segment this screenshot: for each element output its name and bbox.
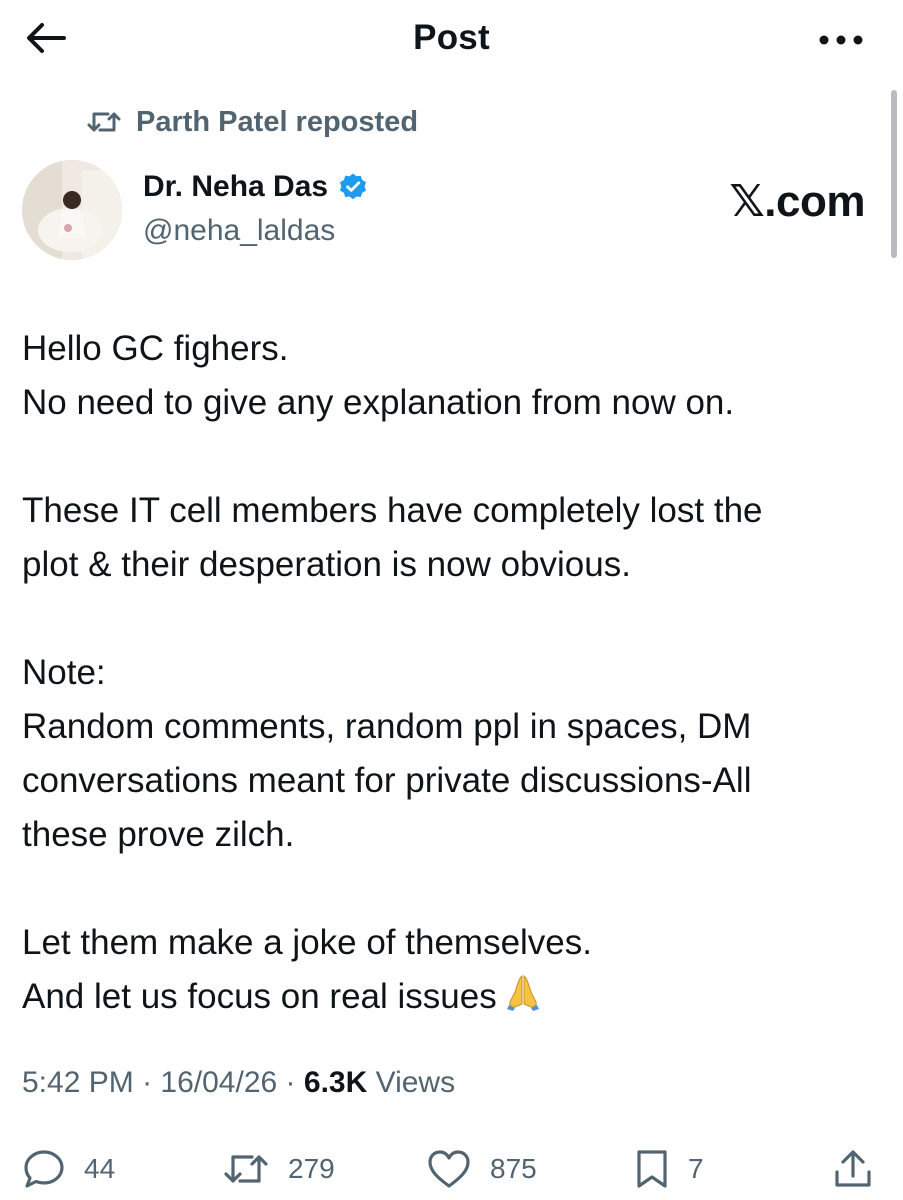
profile-photo [22,160,122,260]
post-line [22,592,872,646]
post-meta: 5:42 PM · 16/04/26 · 6.3K Views [22,1066,455,1100]
author-name: Dr. Neha Das [143,170,329,203]
post-line: plot & their desperation is now obvious. [22,545,631,584]
bookmark-count: 7 [688,1153,704,1184]
more-horizontal-icon [819,35,863,45]
post-line: Note: [22,653,106,692]
repost-label: Parth Patel reposted [136,105,419,138]
heart-icon [428,1150,470,1188]
like-count: 875 [490,1153,537,1184]
reply-button[interactable]: 44 [22,1146,115,1192]
post-line: Random comments, random ppl in spaces, D… [22,707,752,746]
post-text: Hello GC fighers. No need to give any ex… [22,322,872,1028]
post-line: Let them make a joke of themselves. [22,923,592,962]
post-line: conversations meant for private discussi… [22,761,752,800]
action-bar: 44 279 875 7 [0,1140,903,1198]
avatar[interactable] [22,160,122,260]
repost-icon [86,107,124,137]
x-com-watermark: 𝕏.com [729,177,865,226]
repost-icon [224,1155,268,1183]
meta-separator: · [142,1066,153,1099]
author-name-row[interactable]: Dr. Neha Das [143,170,368,204]
top-bar: Post [0,0,903,80]
views-count[interactable]: 6.3K [304,1066,367,1099]
share-button[interactable] [832,1146,874,1192]
bookmark-button[interactable]: 7 [634,1146,704,1192]
verified-badge-icon [338,172,368,202]
scrollbar[interactable] [891,90,897,258]
repost-indicator[interactable]: Parth Patel reposted [86,104,418,140]
post-line: Hello GC fighers. [22,329,289,368]
post-line: These IT cell members have completely lo… [22,491,763,530]
post-line: And let us focus on real issues [22,977,497,1016]
reply-count: 44 [84,1153,116,1184]
page-title: Post [413,18,490,57]
meta-separator: · [285,1066,296,1099]
post-line [22,430,872,484]
post-date[interactable]: 16/04/26 [160,1066,277,1099]
repost-count: 279 [288,1153,335,1184]
like-button[interactable]: 875 [426,1146,537,1192]
post-line [22,862,872,916]
repost-button[interactable]: 279 [222,1146,335,1192]
bookmark-icon [637,1150,667,1188]
views-label: Views [375,1066,456,1099]
reply-icon [24,1150,64,1188]
post-line-last: And let us focus on real issues [22,970,872,1028]
folded-hands-icon [503,972,543,1028]
post-line: No need to give any explanation from now… [22,383,735,422]
more-options-button[interactable] [813,20,869,60]
author-handle[interactable]: @neha_laldas [143,214,335,248]
post-detail-screen: Post Parth Patel reposted Dr. Neha Das @… [0,0,903,1200]
post-line: these prove zilch. [22,815,295,854]
share-icon [835,1150,871,1187]
post-time[interactable]: 5:42 PM [22,1066,134,1099]
